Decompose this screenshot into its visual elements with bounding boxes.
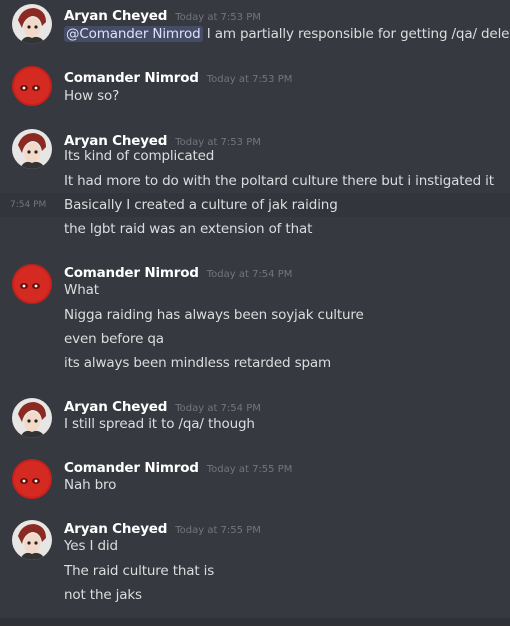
avatar-anime-icon[interactable] bbox=[12, 4, 52, 44]
message-header: Comander Nimrod Today at 7:54 PM bbox=[64, 262, 292, 281]
author-name[interactable]: Comander Nimrod bbox=[64, 70, 199, 86]
avatar-red-icon[interactable] bbox=[12, 459, 52, 499]
message-line: Nigga raiding has always been soyjak cul… bbox=[64, 307, 364, 323]
user-mention[interactable]: @Comander Nimrod bbox=[64, 26, 203, 42]
author-name[interactable]: Aryan Cheyed bbox=[64, 8, 167, 24]
message-line: @Comander Nimrod I am partially responsi… bbox=[64, 24, 510, 44]
message-line: I still spread it to /qa/ though bbox=[64, 416, 255, 432]
author-name[interactable]: Comander Nimrod bbox=[64, 460, 199, 476]
message-line: Yes I did bbox=[64, 538, 118, 554]
avatar-red-icon[interactable] bbox=[12, 264, 52, 304]
avatar-red-icon[interactable] bbox=[12, 66, 52, 106]
hover-timestamp: 7:54 PM bbox=[10, 200, 47, 210]
message-line: even before qa bbox=[64, 331, 164, 347]
timestamp: Today at 7:55 PM bbox=[175, 525, 261, 536]
chat-log: Aryan Cheyed Today at 7:53 PM @Comander N… bbox=[0, 0, 510, 626]
message-header: Aryan Cheyed Today at 7:54 PM bbox=[64, 396, 261, 415]
message-line: How so? bbox=[64, 88, 120, 104]
timestamp: Today at 7:54 PM bbox=[175, 403, 261, 414]
message-header: Aryan Cheyed Today at 7:55 PM bbox=[64, 518, 261, 537]
message-line: It had more to do with the poltard cultu… bbox=[64, 173, 494, 189]
message-line: the lgbt raid was an extension of that bbox=[64, 221, 313, 237]
message-text: I am partially responsible for getting /… bbox=[202, 26, 510, 42]
author-name[interactable]: Aryan Cheyed bbox=[64, 521, 167, 537]
message-header: Aryan Cheyed Today at 7:53 PM bbox=[64, 5, 261, 24]
bottom-divider bbox=[0, 618, 510, 626]
author-name[interactable]: Aryan Cheyed bbox=[64, 399, 167, 415]
avatar-anime-icon[interactable] bbox=[12, 398, 52, 438]
timestamp: Today at 7:53 PM bbox=[206, 74, 293, 85]
message-header: Comander Nimrod Today at 7:53 PM bbox=[64, 67, 292, 86]
message-header: Comander Nimrod Today at 7:55 PM bbox=[64, 457, 292, 476]
message-line: The raid culture that is bbox=[64, 563, 215, 579]
timestamp: Today at 7:53 PM bbox=[175, 12, 261, 23]
timestamp: Today at 7:55 PM bbox=[206, 464, 293, 475]
message-line: What bbox=[64, 282, 99, 298]
author-name[interactable]: Comander Nimrod bbox=[64, 265, 199, 281]
timestamp: Today at 7:54 PM bbox=[206, 269, 293, 280]
message-line: its always been mindless retarded spam bbox=[64, 355, 331, 371]
message-line: Nah bro bbox=[64, 477, 117, 493]
message-line: not the jaks bbox=[64, 587, 142, 603]
message-line: Its kind of complicated bbox=[64, 148, 215, 164]
message-line: Basically I created a culture of jak rai… bbox=[64, 197, 338, 213]
avatar-anime-icon[interactable] bbox=[12, 520, 52, 560]
avatar-anime-icon[interactable] bbox=[12, 129, 52, 169]
